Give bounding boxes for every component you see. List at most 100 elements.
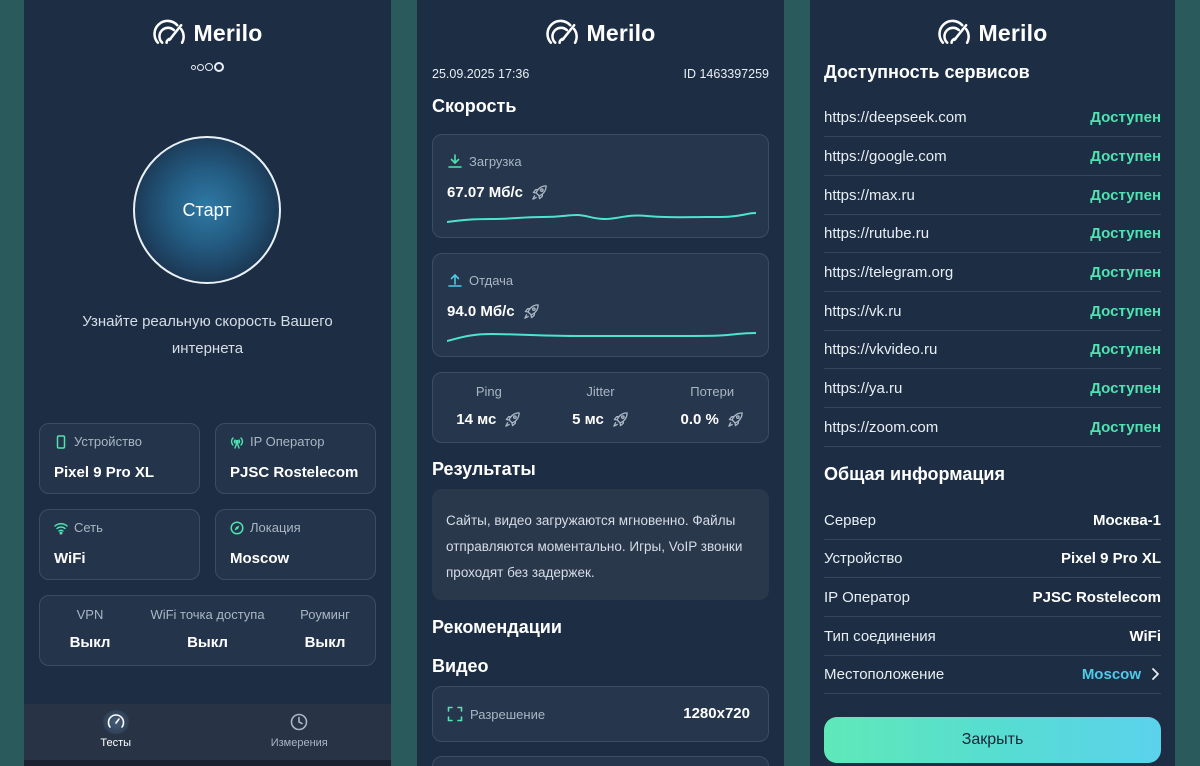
resolution-value: 1280x720 xyxy=(683,705,750,722)
test-id: ID 1463397259 xyxy=(683,67,770,81)
upload-sparkline xyxy=(447,332,756,342)
location-link[interactable]: Moscow xyxy=(1082,666,1161,683)
rocket-icon xyxy=(532,185,547,200)
close-button[interactable]: Закрыть xyxy=(824,717,1161,763)
service-url: https://max.ru xyxy=(824,186,915,204)
start-button[interactable]: Старт xyxy=(133,136,281,284)
operator-value: PJSC Rostelecom xyxy=(230,464,359,481)
recommendations-title: Рекомендации xyxy=(432,617,562,637)
rocket-icon xyxy=(523,304,539,319)
info-label: IP Оператор xyxy=(824,588,910,606)
info-label: Устройство xyxy=(824,549,903,567)
hotspot-flag: WiFi точка доступа Выкл xyxy=(140,596,275,665)
resolution-label: Разрешение xyxy=(470,706,546,722)
ping-stat: Ping 14 мс xyxy=(433,373,545,442)
bottom-tab-bar: Тесты Измерения xyxy=(24,704,391,766)
vpn-value: Выкл xyxy=(69,634,111,651)
gauge-logo-icon xyxy=(545,19,578,44)
home-screen: Merilo Старт Узнайте реальную скорость В… xyxy=(24,0,391,766)
tab-tests[interactable]: Тесты xyxy=(24,704,208,766)
service-url: https://zoom.com xyxy=(824,418,939,436)
app-title: Merilo xyxy=(978,19,1048,46)
wifi-icon xyxy=(54,522,68,535)
antenna-icon xyxy=(230,436,244,449)
results-screen: Merilo 25.09.2025 17:36 ID 1463397259 Ск… xyxy=(417,0,784,766)
resolution-card: Разрешение 1280x720 xyxy=(432,686,769,742)
rocket-icon xyxy=(505,412,521,427)
video-title: Видео xyxy=(432,656,489,676)
service-status: Доступен xyxy=(1090,263,1161,281)
rocket-icon xyxy=(728,412,743,427)
info-value: Pixel 9 Pro XL xyxy=(1060,549,1161,567)
service-status: Доступен xyxy=(1090,108,1161,126)
info-label: Тип соединения xyxy=(824,627,936,645)
tab-measurements[interactable]: Измерения xyxy=(208,704,392,766)
service-status: Доступен xyxy=(1090,340,1161,358)
jitter-label: Jitter xyxy=(586,384,615,399)
tab-measurements-label: Измерения xyxy=(270,737,328,749)
download-value: 67.07 Мб/с xyxy=(447,184,523,201)
download-sparkline xyxy=(447,212,756,223)
connection-flags: VPN Выкл WiFi точка доступа Выкл Роуминг… xyxy=(39,595,376,666)
service-row: https://max.ru Доступен xyxy=(824,176,1161,215)
service-url: https://google.com xyxy=(824,147,947,165)
loss-value: 0.0 % xyxy=(680,411,719,428)
hotspot-label: WiFi точка доступа xyxy=(150,607,265,622)
chevron-right-icon xyxy=(1152,668,1159,680)
clock-icon xyxy=(290,713,308,731)
service-url: https://rutube.ru xyxy=(824,224,930,242)
jitter-stat: Jitter 5 мс xyxy=(545,373,657,442)
device-card: Устройство Pixel 9 Pro XL xyxy=(39,423,200,494)
download-card: Загрузка 67.07 Мб/с xyxy=(432,134,769,238)
app-logo: Merilo xyxy=(810,19,1175,47)
results-title: Результаты xyxy=(432,459,536,479)
service-row: https://google.com Доступен xyxy=(824,137,1161,176)
location-value: Moscow xyxy=(230,550,290,567)
speed-title: Скорость xyxy=(432,96,517,116)
app-title: Merilo xyxy=(193,19,263,46)
info-value: PJSC Rostelecom xyxy=(1032,588,1161,606)
download-icon xyxy=(448,154,462,168)
info-label: Сервер xyxy=(824,511,877,529)
roaming-flag: Роуминг Выкл xyxy=(275,596,375,665)
page-indicator xyxy=(24,62,391,72)
hotspot-value: Выкл xyxy=(187,634,228,651)
upload-icon xyxy=(448,273,462,287)
rocket-icon xyxy=(613,412,628,427)
tab-tests-label: Тесты xyxy=(100,737,132,749)
roaming-label: Роуминг xyxy=(300,607,350,622)
upload-card: Отдача 94.0 Мб/с xyxy=(432,253,769,357)
info-row-device: Устройство Pixel 9 Pro XL xyxy=(824,539,1161,578)
latency-stats: Ping 14 мс Jitter 5 мс Потери 0.0 % xyxy=(432,372,769,443)
device-label: Устройство xyxy=(74,434,143,449)
info-row-location[interactable]: Местоположение Moscow xyxy=(824,655,1161,694)
roaming-value: Выкл xyxy=(304,634,346,651)
info-row-server: Сервер Москва-1 xyxy=(824,501,1161,540)
operator-card: IP Оператор PJSC Rostelecom xyxy=(215,423,376,494)
loss-label: Потери xyxy=(690,384,735,399)
location-link-text: Moscow xyxy=(1081,665,1141,683)
results-description: Сайты, видео загружаются мгновенно. Файл… xyxy=(432,489,769,600)
compass-icon xyxy=(230,520,244,535)
fullscreen-icon xyxy=(447,706,463,722)
service-url: https://telegram.org xyxy=(824,263,954,281)
speedometer-icon xyxy=(107,714,125,728)
device-value: Pixel 9 Pro XL xyxy=(54,464,155,481)
info-title: Общая информация xyxy=(824,464,1005,484)
location-label: Локация xyxy=(250,520,301,535)
service-row: https://deepseek.com Доступен xyxy=(824,98,1161,137)
service-url: https://ya.ru xyxy=(824,379,903,397)
service-status: Доступен xyxy=(1090,186,1161,204)
gauge-logo-icon xyxy=(937,19,970,44)
app-logo: Merilo xyxy=(24,19,391,47)
service-url: https://vkvideo.ru xyxy=(824,340,938,358)
info-label: Местоположение xyxy=(824,665,945,683)
service-row: https://zoom.com Доступен xyxy=(824,408,1161,447)
upload-value: 94.0 Мб/с xyxy=(447,303,515,320)
ping-value: 14 мс xyxy=(456,411,497,428)
upload-label: Отдача xyxy=(469,273,514,288)
phone-icon xyxy=(56,434,66,449)
location-card: Локация Moscow xyxy=(215,509,376,580)
info-row-operator: IP Оператор PJSC Rostelecom xyxy=(824,578,1161,617)
service-status: Доступен xyxy=(1090,418,1161,436)
